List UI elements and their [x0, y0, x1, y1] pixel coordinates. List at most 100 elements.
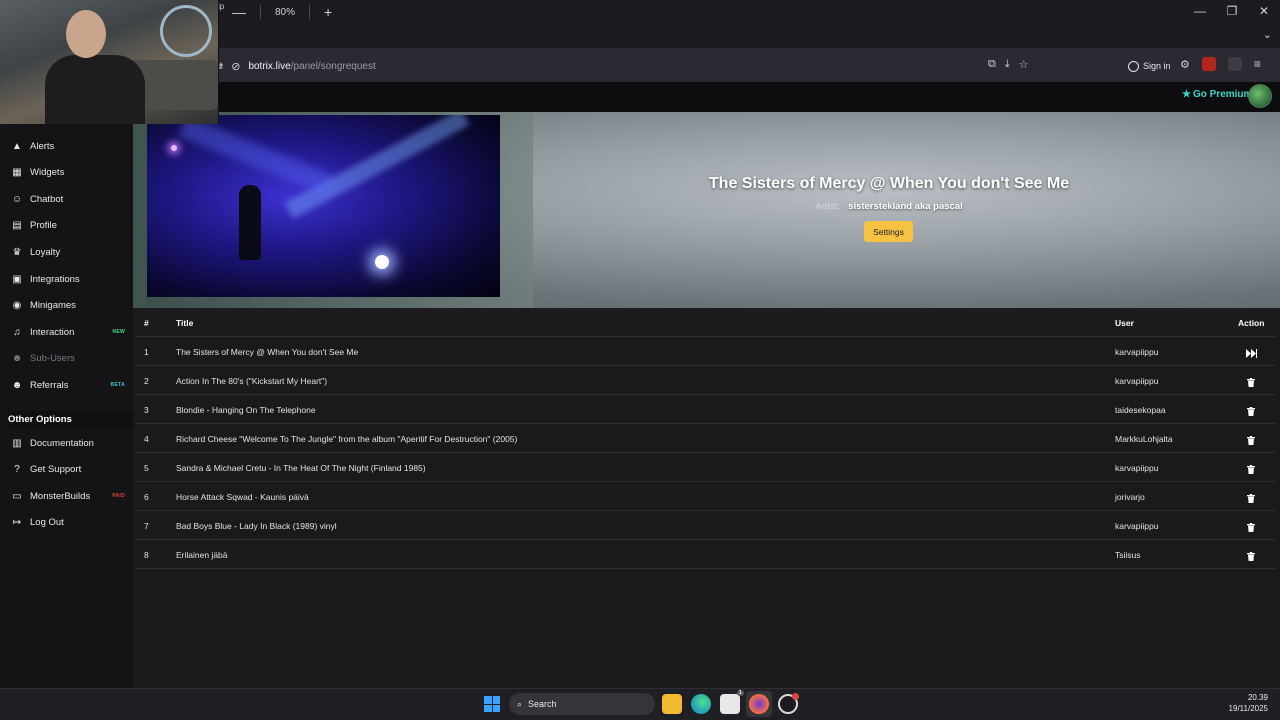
sidebar-item-label: Minigames: [30, 300, 76, 312]
trash-icon[interactable]: [1245, 463, 1257, 475]
row-user: taidesekopaa: [1115, 405, 1166, 415]
obs-icon[interactable]: [778, 693, 799, 714]
zoom-out-button[interactable]: —: [232, 5, 246, 19]
store-badge: 1: [736, 690, 744, 696]
url-path[interactable]: /panel/songrequest: [291, 61, 376, 72]
zoom-control: lp — 80% +: [218, 2, 332, 22]
sidebar-item-documentation[interactable]: ▥ Documentation: [0, 430, 133, 456]
sidebar-item-chatbot[interactable]: ☺ Chatbot: [0, 186, 133, 212]
row-user: MarkkuLohjalta: [1115, 434, 1173, 444]
row-user: karvapiippu: [1115, 347, 1159, 357]
chevron-down-icon[interactable]: ⌄: [1263, 28, 1272, 41]
sidebar-item-referrals[interactable]: ☻ Referrals BETA: [0, 372, 133, 398]
trash-icon[interactable]: [1245, 405, 1257, 417]
store-icon[interactable]: 1: [720, 690, 744, 714]
id-card-icon: ▤: [12, 220, 22, 232]
extension-red-icon[interactable]: [1201, 57, 1216, 71]
other-options-title: Other Options: [8, 411, 133, 427]
trophy-icon: ♛: [12, 246, 22, 258]
column-user: User: [1115, 318, 1134, 328]
bookmark-star-icon[interactable]: ☆: [1019, 58, 1029, 71]
video-player[interactable]: [147, 115, 500, 297]
sidebar-item-label: MonsterBuilds: [30, 490, 91, 502]
trash-icon[interactable]: [1245, 376, 1257, 388]
webcam-person-head: [66, 10, 106, 58]
go-premium-label: Go Premium: [1192, 89, 1253, 100]
table-row: 3 Blondie - Hanging On The Telephone taide…: [136, 395, 1276, 424]
zoom-divider: [260, 5, 261, 19]
sidebar-item-integrations[interactable]: ▣ Integrations: [0, 266, 133, 292]
integrations-icon: ▣: [12, 273, 22, 285]
row-title: Blondie - Hanging On The Telephone: [176, 405, 316, 415]
row-user: karvapiippu: [1115, 521, 1159, 531]
save-page-icon[interactable]: ⤓: [1005, 58, 1010, 71]
user-avatar[interactable]: [1248, 84, 1272, 108]
url-host[interactable]: botrix.live: [248, 61, 290, 72]
skip-icon[interactable]: [1245, 347, 1257, 359]
menu-hamburger-icon[interactable]: ≡: [1254, 57, 1261, 71]
taskbar-clock[interactable]: 20.39 19/11/2025: [1229, 692, 1268, 714]
tracking-protection-icon[interactable]: ⊘: [231, 60, 240, 73]
zoom-in-button[interactable]: +: [324, 5, 332, 19]
sidebar-item-get-support[interactable]: ? Get Support: [0, 457, 133, 483]
star-icon: ★: [1182, 89, 1191, 100]
trash-icon[interactable]: [1245, 492, 1257, 504]
book-icon: ▥: [12, 437, 22, 449]
extension-badge-icon[interactable]: [1227, 57, 1242, 71]
music-note-icon: ♫: [13, 326, 21, 338]
file-explorer-icon[interactable]: [662, 694, 682, 714]
restore-icon[interactable]: ❐: [1216, 0, 1248, 22]
sidebar-badge: NEW: [112, 329, 125, 336]
picture-in-picture-icon[interactable]: ⧉: [988, 58, 996, 71]
webcam-ferris-wheel: [160, 5, 212, 57]
window-controls: — ❐ ✕: [1184, 0, 1280, 22]
zoom-level[interactable]: 80%: [275, 7, 295, 18]
sidebar-item-log-out[interactable]: ↦ Log Out: [0, 510, 133, 536]
sidebar-item-label: Integrations: [30, 273, 80, 285]
sidebar-badge: PAID: [112, 493, 125, 500]
sidebar-item-minigames[interactable]: ◉ Minigames: [0, 293, 133, 319]
logout-icon: ↦: [12, 517, 22, 529]
queue-table-header: # Title User Action: [136, 308, 1276, 337]
widgets-grid-icon: ▦: [12, 167, 22, 179]
sidebar-badge: BETA: [110, 382, 125, 389]
artist-line: Artist: sisterstekland aka pascal: [700, 201, 1078, 212]
sidebar-item-label: Alerts: [30, 140, 55, 152]
sidebar-item-widgets[interactable]: ▦ Widgets: [0, 160, 133, 186]
trash-icon[interactable]: [1245, 550, 1257, 562]
table-row: 1 The Sisters of Mercy @ When You don't S…: [136, 337, 1276, 366]
table-row: 2 Action In The 80's ("Kickstart My Heart…: [136, 366, 1276, 395]
minimize-icon[interactable]: —: [1184, 0, 1216, 22]
artist-label: Artist:: [815, 201, 840, 212]
main-empty-area: [133, 570, 1280, 688]
monitor-icon: ▭: [12, 490, 22, 502]
sidebar-item-label: Loyalty: [30, 246, 61, 258]
trash-icon[interactable]: [1245, 521, 1257, 533]
go-premium-link[interactable]: ★ Go Premium: [1182, 89, 1252, 100]
sidebar-item-profile[interactable]: ▤ Profile: [0, 213, 133, 239]
row-user: jorivarjo: [1115, 492, 1145, 502]
close-icon[interactable]: ✕: [1248, 0, 1280, 22]
taskbar-search-placeholder: Search: [528, 699, 557, 709]
row-title: Erilainen jäbä: [176, 550, 228, 560]
column-title: Title: [176, 318, 194, 328]
firefox-icon[interactable]: [749, 694, 769, 714]
url-bar[interactable]: ⇄ ⊘ botrix.live /panel/songrequest: [214, 55, 1050, 77]
sign-in-button[interactable]: Sign in: [1124, 57, 1175, 75]
windows-start-icon[interactable]: [484, 696, 500, 712]
sidebar-item-monsterbuilds[interactable]: ▭ MonsterBuilds PAID: [0, 483, 133, 509]
sidebar-item-label: Chatbot: [30, 193, 64, 205]
extensions-puzzle-icon[interactable]: ⚙: [1180, 58, 1190, 71]
sidebar-item-interaction[interactable]: ♫ Interaction NEW: [0, 319, 133, 345]
sidebar-item-sub-users[interactable]: ☻ Sub-Users: [0, 346, 133, 372]
user-group-icon: ☻: [11, 379, 23, 391]
trash-icon[interactable]: [1245, 434, 1257, 446]
row-number: 4: [144, 434, 149, 444]
settings-button[interactable]: Settings: [864, 221, 913, 242]
taskbar-search[interactable]: ⌕ Search: [509, 693, 655, 715]
sidebar-item-loyalty[interactable]: ♛ Loyalty: [0, 239, 133, 265]
sidebar-item-alerts[interactable]: ▲ Alerts: [0, 133, 133, 159]
edge-browser-icon[interactable]: [691, 694, 711, 714]
row-number: 1: [144, 347, 149, 357]
clock-date: 19/11/2025: [1228, 704, 1268, 713]
